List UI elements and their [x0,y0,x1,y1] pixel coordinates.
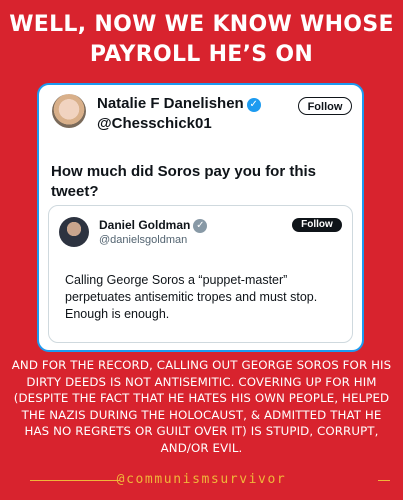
quoted-tweet[interactable]: Daniel Goldman ✓ @danielsgoldman Follow C… [48,205,353,343]
quoted-follow-button[interactable]: Follow [292,218,342,232]
headline: WELL, NOW WE KNOW WHOSE PAYROLL HE’S ON [0,10,403,70]
tweet-author-name[interactable]: Natalie F Danelishen ✓ [97,95,261,112]
headline-line-2: PAYROLL HE’S ON [89,42,314,67]
tweet-card: Natalie F Danelishen ✓ @Chesschick01 Foll… [37,83,364,352]
tweet-author-name-text: Natalie F Danelishen [97,95,244,112]
footer: @communismsurvivor [0,470,403,490]
follow-button[interactable]: Follow [298,97,352,115]
commentary-text: AND FOR THE RECORD, CALLING OUT GEORGE S… [11,358,392,455]
quoted-author-name-text: Daniel Goldman [99,218,191,232]
headline-line-1: WELL, NOW WE KNOW WHOSE [9,12,394,37]
quoted-avatar[interactable] [59,217,89,247]
verified-badge-icon: ✓ [246,98,261,112]
verified-badge-icon: ✓ [193,219,208,233]
tweet-text: How much did Soros pay you for this twee… [51,163,317,200]
footer-handle: @communismsurvivor [116,472,287,487]
tweet-author-handle[interactable]: @Chesschick01 [97,115,212,132]
quoted-author-name[interactable]: Daniel Goldman ✓ [99,218,208,233]
quoted-author-handle[interactable]: @danielsgoldman [99,234,187,246]
avatar[interactable] [52,94,86,128]
quoted-tweet-text: Calling George Soros a “puppet-master” p… [65,273,318,321]
